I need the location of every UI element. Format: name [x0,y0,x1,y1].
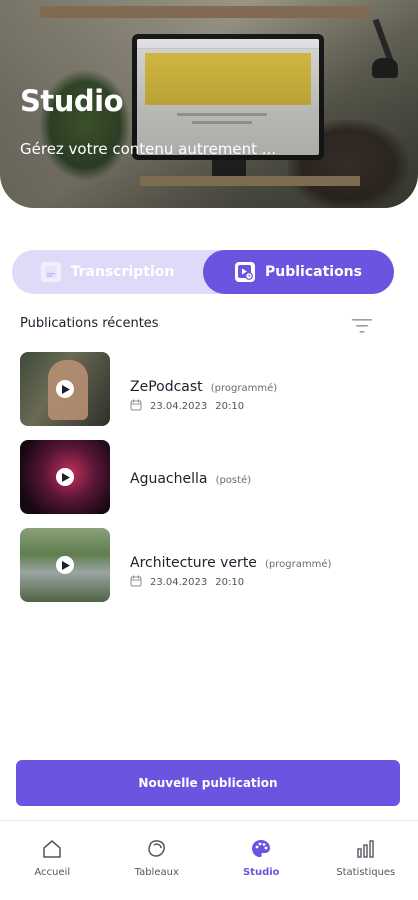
list-item[interactable]: ZePodcast (programmé) 23.04.2023 20:10 [20,352,400,440]
publication-date: 23.04.2023 [150,401,208,412]
publication-thumbnail [20,440,110,514]
publication-time: 20:10 [215,401,245,412]
publications-list: ZePodcast (programmé) 23.04.2023 20:10 A… [20,352,400,616]
publication-status: (posté) [215,475,252,486]
publication-title: ZePodcast [130,379,203,395]
page-subtitle: Gérez votre contenu autrement ... [20,140,277,158]
boards-icon [147,840,165,857]
publication-info: Architecture verte (programmé) 23.04.202… [130,528,331,590]
publication-title: Architecture verte [130,555,257,571]
palette-icon [252,840,271,857]
list-item[interactable]: Aguachella (posté) [20,440,400,528]
nav-label-statistiques: Statistiques [336,867,396,878]
nav-label-tableaux: Tableaux [134,867,179,878]
nav-item-studio[interactable]: Studio [209,821,314,900]
publication-status: (programmé) [265,559,332,570]
page-title: Studio [20,84,124,118]
studio-tab-switcher: Transcription Publications [12,250,394,294]
nav-item-statistiques[interactable]: Statistiques [314,821,418,900]
nav-label-accueil: Accueil [34,867,71,878]
publication-info: Aguachella (posté) [130,440,251,487]
play-icon[interactable] [56,468,74,486]
tab-transcription[interactable]: Transcription [12,250,203,294]
new-publication-button[interactable]: Nouvelle publication [16,760,400,806]
tab-publications[interactable]: Publications [203,250,394,294]
play-icon[interactable] [56,380,74,398]
list-item[interactable]: Architecture verte (programmé) 23.04.202… [20,528,400,616]
nav-item-accueil[interactable]: Accueil [0,821,105,900]
publication-status: (programmé) [210,383,278,394]
publication-time: 20:10 [215,577,245,588]
publication-thumbnail [20,352,110,426]
hero-banner: Studio Gérez votre contenu autrement ... [0,0,418,208]
section-title: Publications récentes [20,316,159,331]
tab-transcription-label: Transcription [70,264,175,280]
bottom-nav: Accueil Tableaux Studio Statistiques [0,820,418,900]
nav-item-tableaux[interactable]: Tableaux [105,821,210,900]
publication-thumbnail [20,528,110,602]
publication-info: ZePodcast (programmé) 23.04.2023 20:10 [130,352,277,414]
calendar-icon [130,575,142,590]
home-icon [43,840,61,858]
play-icon[interactable] [56,556,74,574]
calendar-icon [130,399,142,414]
publication-date: 23.04.2023 [150,577,208,588]
filter-icon[interactable] [350,316,374,336]
nav-label-studio: Studio [242,867,280,878]
transcript-icon [40,262,61,282]
stats-icon [357,840,374,858]
tab-publications-label: Publications [264,264,362,280]
publication-title: Aguachella [130,471,208,487]
video-clock-icon [234,262,255,282]
